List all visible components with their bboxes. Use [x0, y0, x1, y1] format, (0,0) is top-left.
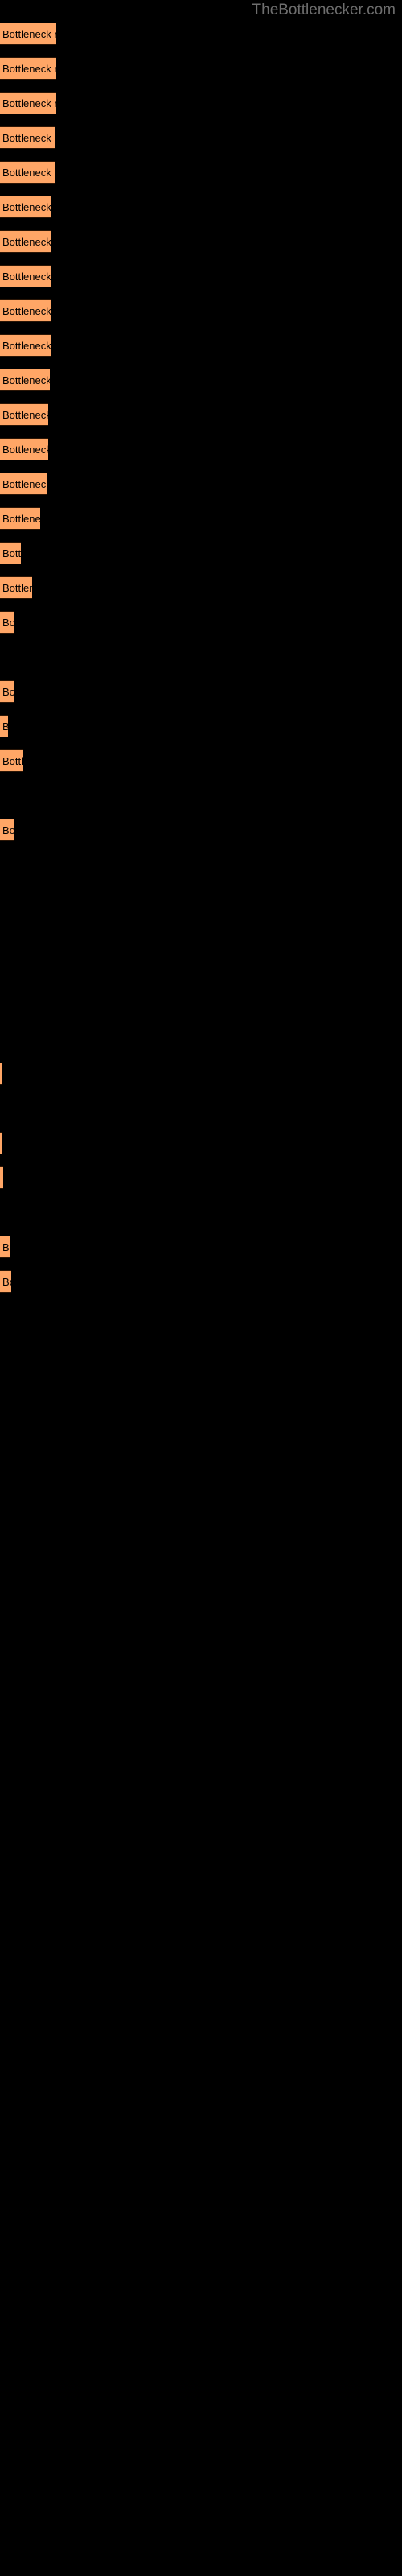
bar-label: Bottleneck result	[2, 270, 51, 283]
bar[interactable]: Bottleneck result	[0, 1132, 2, 1154]
bar[interactable]: Bottleneck result	[0, 1236, 10, 1258]
bar[interactable]: Bottleneck result	[0, 1166, 3, 1189]
bar[interactable]: Bottleneck result	[0, 611, 14, 634]
bar-label: Bottleneck result	[2, 478, 47, 490]
bar[interactable]: Bottleneck result	[0, 92, 56, 114]
bar-label: Bottleneck result	[2, 1167, 3, 1188]
bar-label: Bottleneck result	[2, 444, 48, 456]
bar-label: Bottleneck result	[2, 686, 14, 698]
bar-label: Bottleneck result	[2, 755, 23, 767]
bar[interactable]: Bottleneck result	[0, 1063, 2, 1085]
bar[interactable]: Bottleneck result	[0, 161, 55, 184]
bar[interactable]: Bottleneck result	[0, 403, 48, 426]
bar[interactable]: Bottleneck result	[0, 473, 47, 495]
bar-label: Bottleneck result	[2, 28, 56, 40]
bar-label: Bottleneck result	[2, 824, 14, 836]
bar[interactable]: Bottleneck result	[0, 542, 21, 564]
bar-label: Bottleneck result	[2, 236, 51, 248]
bar-label: Bottleneck result	[2, 201, 51, 213]
bar-label: Bottleneck result	[2, 132, 55, 144]
bar[interactable]: Bottleneck result	[0, 680, 14, 703]
bar-label: Bottleneck result	[2, 716, 8, 737]
bar-label: Bottleneck result	[2, 374, 50, 386]
bar[interactable]: Bottleneck result	[0, 507, 40, 530]
bar[interactable]: Bottleneck result	[0, 299, 51, 322]
bar[interactable]: Bottleneck result	[0, 1270, 11, 1293]
bar-label: Bottleneck result	[2, 547, 21, 559]
bar[interactable]: Bottleneck result	[0, 576, 32, 599]
bar[interactable]: Bottleneck result	[0, 819, 14, 841]
bar[interactable]: Bottleneck result	[0, 749, 23, 772]
bar[interactable]: Bottleneck result	[0, 230, 51, 253]
bar-label: Bottleneck result	[2, 1276, 11, 1288]
bar[interactable]: Bottleneck result	[0, 715, 8, 737]
bar-label: Bottleneck result	[2, 617, 14, 629]
bottleneck-bar-chart: Bottleneck result Bottleneck result Bottle…	[0, 0, 402, 2576]
bar-label: Bottleneck result	[2, 340, 51, 352]
bar[interactable]: Bottleneck result	[0, 334, 51, 357]
bar-label: Bottleneck result	[2, 167, 55, 179]
bar-label: Bottleneck result	[2, 513, 40, 525]
bar[interactable]: Bottleneck result	[0, 23, 56, 45]
bar[interactable]: Bottleneck result	[0, 265, 51, 287]
bar[interactable]: Bottleneck result	[0, 438, 48, 460]
bar-label: Bottleneck result	[2, 97, 56, 109]
bar-label: Bottleneck result	[2, 409, 48, 421]
bar[interactable]: Bottleneck result	[0, 57, 56, 80]
bar[interactable]: Bottleneck result	[0, 196, 51, 218]
bar-label: Bottleneck result	[2, 63, 56, 75]
bar[interactable]: Bottleneck result	[0, 126, 55, 149]
bar-label: Bottleneck result	[2, 305, 51, 317]
bar[interactable]: Bottleneck result	[0, 369, 50, 391]
bar-label: Bottleneck result	[2, 1241, 10, 1253]
bar-label: Bottleneck result	[2, 582, 32, 594]
